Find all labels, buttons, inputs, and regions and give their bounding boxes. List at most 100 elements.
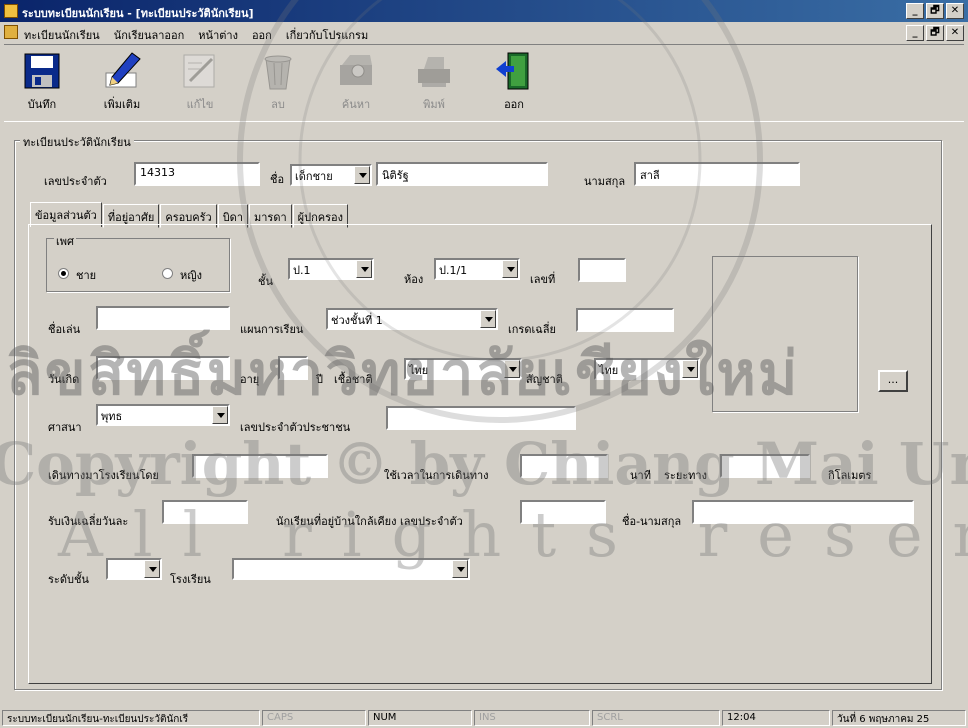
menu-window[interactable]: หน้าต่าง (198, 26, 238, 44)
save-button[interactable]: บันทึก (12, 49, 72, 119)
room-value: ป.1/1 (439, 264, 468, 277)
travel-field[interactable] (192, 454, 328, 478)
number-label: เลขที่ (530, 273, 556, 286)
child-minimize-button[interactable]: _ (906, 25, 924, 41)
number-field[interactable] (578, 258, 626, 282)
chevron-down-icon[interactable] (356, 260, 372, 278)
age-label: อายุ (240, 373, 260, 386)
chevron-down-icon[interactable] (212, 406, 228, 424)
allowance-field[interactable] (162, 500, 248, 524)
distance-field[interactable] (720, 454, 810, 478)
restore-button[interactable]: 🗗 (926, 3, 944, 19)
add-label: เพิ่มเติม (103, 98, 141, 111)
close-button[interactable]: ✕ (946, 3, 964, 19)
allowance-label: รับเงินเฉลี่ยวันละ (48, 515, 129, 528)
chevron-down-icon[interactable] (682, 360, 698, 378)
level-label: ระดับชั้น (48, 573, 89, 586)
exit-label: ออก (504, 98, 524, 111)
gpa-label: เกรดเฉลี่ย (508, 323, 556, 336)
citizen-id-label: เลขประจำตัวประชาชน (240, 421, 351, 434)
school-label: โรงเรียน (170, 573, 211, 586)
birth-label: วันเกิด (48, 373, 80, 386)
delete-label: ลบ (271, 98, 285, 111)
chevron-down-icon[interactable] (480, 310, 496, 328)
neighbor-label: นักเรียนที่อยู่บ้านใกล้เคียง เลขประจำตัว (276, 515, 463, 528)
menu-student-leaving[interactable]: นักเรียนลาออก (114, 26, 185, 44)
menu-about[interactable]: เกี่ยวกับโปรแกรม (286, 26, 368, 44)
minute-label: นาที (630, 469, 651, 482)
save-label: บันทึก (27, 98, 57, 111)
religion-select[interactable]: พุทธ (96, 404, 230, 426)
gpa-field[interactable] (576, 308, 674, 332)
nickname-label: ชื่อเล่น (48, 323, 81, 336)
search-label: ค้นหา (341, 98, 371, 111)
menu-exit[interactable]: ออก (252, 26, 272, 44)
minimize-button[interactable]: _ (906, 3, 924, 19)
plan-select[interactable]: ช่วงชั้นที่ 1 (326, 308, 498, 330)
edit-button[interactable]: แก้ไข (170, 49, 230, 119)
app-icon (4, 4, 18, 18)
toolbar: บันทึก เพิ่มเติม แก้ไข ลบ ค้นหา พิมพ์ ออ… (4, 44, 964, 122)
status-time: 12:04 (722, 710, 830, 726)
tab-strip: ข้อมูลส่วนตัว ที่อยู่อาศัย ครอบครัว บิดา… (30, 202, 349, 228)
search-icon (336, 51, 376, 91)
prefix-select[interactable]: เด็กชาย (290, 164, 372, 186)
distance-label: ระยะทาง (664, 469, 707, 482)
chevron-down-icon[interactable] (502, 260, 518, 278)
class-select[interactable]: ป.1 (288, 258, 374, 280)
nationality-label: สัญชาติ (526, 373, 563, 386)
menu-bar: ทะเบียนนักเรียน นักเรียนลาออก หน้าต่าง อ… (0, 22, 968, 42)
room-label: ห้อง (404, 273, 424, 286)
religion-label: ศาสนา (48, 421, 82, 434)
add-button[interactable]: เพิ่มเติม (92, 49, 152, 119)
exit-door-icon (494, 51, 534, 91)
age-field[interactable] (278, 356, 308, 380)
sex-male-radio[interactable] (58, 268, 69, 279)
travel-time-label: ใช้เวลาในการเดินทาง (384, 469, 489, 482)
browse-photo-button[interactable]: ... (878, 370, 908, 392)
group-title: ทะเบียนประวัตินักเรียน (20, 133, 134, 151)
race-value: ไทย (409, 364, 429, 377)
child-close-button[interactable]: ✕ (946, 25, 964, 41)
child-restore-button[interactable]: 🗗 (926, 25, 944, 41)
exit-button[interactable]: ออก (484, 49, 544, 119)
chevron-down-icon[interactable] (504, 360, 520, 378)
level-select[interactable] (106, 558, 162, 580)
delete-button[interactable]: ลบ (248, 49, 308, 119)
sex-female-label: หญิง (180, 269, 202, 282)
race-select[interactable]: ไทย (404, 358, 522, 380)
birthdate-field[interactable] (96, 356, 230, 380)
neighbor-id-field[interactable] (520, 500, 606, 524)
surname-field[interactable]: สาลี (634, 162, 800, 186)
year-label: ปี (316, 373, 323, 386)
plan-value: ช่วงชั้นที่ 1 (331, 314, 383, 327)
travel-label: เดินทางมาโรงเรียนโดย (48, 469, 159, 482)
km-label: กิโลเมตร (828, 469, 872, 482)
menu-student-registry[interactable]: ทะเบียนนักเรียน (24, 26, 100, 44)
status-caps: CAPS (262, 710, 366, 726)
student-photo (712, 256, 858, 412)
status-scrl: SCRL (592, 710, 720, 726)
document-icon[interactable] (4, 25, 18, 39)
edit-label: แก้ไข (186, 98, 214, 111)
sex-female-radio[interactable] (162, 268, 173, 279)
plan-label: แผนการเรียน (240, 323, 304, 336)
first-name-field[interactable]: นิติรัฐ (376, 162, 548, 186)
class-label: ชั้น (258, 275, 273, 288)
chevron-down-icon[interactable] (354, 166, 370, 184)
print-button[interactable]: พิมพ์ (404, 49, 464, 119)
chevron-down-icon[interactable] (452, 560, 468, 578)
student-id-label: เลขประจำตัว (44, 175, 107, 188)
travel-time-field[interactable] (520, 454, 608, 478)
school-select[interactable] (232, 558, 470, 580)
nationality-select[interactable]: ไทย (594, 358, 700, 380)
status-message: ระบบทะเบียนนักเรียน-ทะเบียนประวัตินักเรี (2, 710, 260, 726)
chevron-down-icon[interactable] (144, 560, 160, 578)
nickname-field[interactable] (96, 306, 230, 330)
citizen-id-field[interactable] (386, 406, 576, 430)
search-button[interactable]: ค้นหา (326, 49, 386, 119)
neighbor-name-field[interactable] (692, 500, 914, 524)
room-select[interactable]: ป.1/1 (434, 258, 520, 280)
nationality-value: ไทย (599, 364, 619, 377)
student-id-field[interactable]: 14313 (134, 162, 260, 186)
